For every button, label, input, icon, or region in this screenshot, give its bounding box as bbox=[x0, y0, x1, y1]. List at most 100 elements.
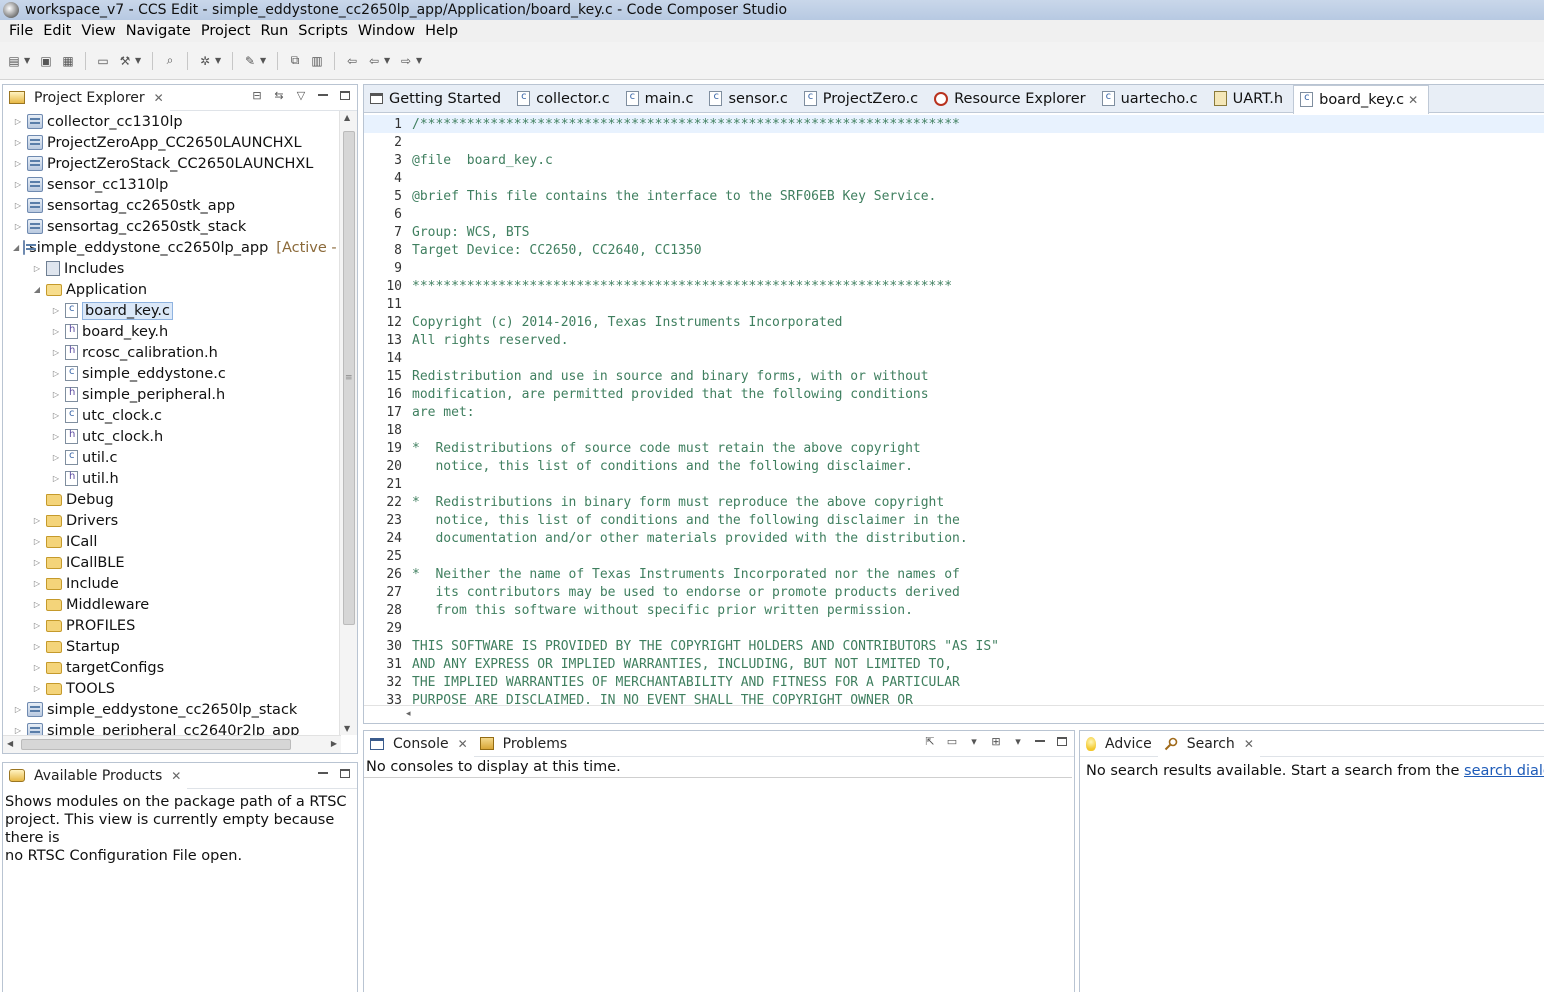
tree-item[interactable]: ▷ TOOLS bbox=[3, 678, 341, 699]
open-console-dropdown-icon[interactable]: ▾ bbox=[1012, 735, 1024, 748]
collapsed-arrow-icon[interactable]: ▷ bbox=[13, 159, 23, 168]
editor-tab[interactable]: Getting Started bbox=[364, 85, 511, 113]
minimize-icon[interactable] bbox=[1034, 735, 1046, 747]
tree-item[interactable]: ▷ PROFILES bbox=[3, 615, 341, 636]
tree-item[interactable]: ▷ utc_clock.h bbox=[3, 426, 341, 447]
open-type-icon[interactable]: ⧉ bbox=[287, 53, 303, 69]
search-icon[interactable]: ⌕ bbox=[162, 53, 178, 69]
tree-item[interactable]: ▷ simple_eddystone_cc2650lp_stack bbox=[3, 699, 341, 720]
tree-item[interactable]: ▷ sensor_cc1310lp bbox=[3, 174, 341, 195]
tree-item[interactable]: ▷ sensortag_cc2650stk_app bbox=[3, 195, 341, 216]
expanded-arrow-icon[interactable]: ◢ bbox=[32, 285, 42, 294]
collapsed-arrow-icon[interactable]: ▷ bbox=[32, 558, 42, 567]
tree-item[interactable]: ▷ simple_eddystone.c bbox=[3, 363, 341, 384]
collapsed-arrow-icon[interactable]: ▷ bbox=[32, 684, 42, 693]
tree-item[interactable]: ▷ Includes bbox=[3, 258, 341, 279]
forward-icon[interactable]: ⇨ bbox=[398, 53, 414, 69]
editor-tab[interactable]: main.c bbox=[620, 85, 704, 113]
close-icon[interactable]: ✕ bbox=[154, 91, 164, 105]
editor-tab[interactable]: UART.h bbox=[1208, 85, 1294, 113]
collapsed-arrow-icon[interactable]: ▷ bbox=[32, 663, 42, 672]
tree-item[interactable]: ▷ Middleware bbox=[3, 594, 341, 615]
tree-item[interactable]: ▷ util.c bbox=[3, 447, 341, 468]
build-icon[interactable]: ⚒ bbox=[117, 53, 133, 69]
collapsed-arrow-icon[interactable]: ▷ bbox=[32, 642, 42, 651]
vertical-scrollbar[interactable]: ▲ ≡ ▼ bbox=[339, 111, 357, 735]
tree-item[interactable]: ▷ rcosc_calibration.h bbox=[3, 342, 341, 363]
tree-item[interactable]: ◢ simple_eddystone_cc2650lp_app [Active - … bbox=[3, 237, 341, 258]
tree-item[interactable]: ▷ ProjectZeroApp_CC2650LAUNCHXL bbox=[3, 132, 341, 153]
tree-item[interactable]: Debug bbox=[3, 489, 341, 510]
collapsed-arrow-icon[interactable]: ▷ bbox=[32, 600, 42, 609]
last-edit-icon[interactable]: ⇦ bbox=[344, 53, 360, 69]
tab-available-products[interactable]: Available Products ✕ bbox=[3, 762, 188, 789]
debug-dropdown-icon[interactable]: ▼ bbox=[215, 56, 223, 65]
tree-item[interactable]: ◢ Application bbox=[3, 279, 341, 300]
flash-dropdown-icon[interactable]: ▼ bbox=[260, 56, 268, 65]
collapsed-arrow-icon[interactable]: ▷ bbox=[51, 369, 61, 378]
scroll-thumb[interactable] bbox=[21, 739, 291, 750]
save-all-icon[interactable]: ▦ bbox=[60, 53, 76, 69]
display-console-dropdown-icon[interactable]: ▾ bbox=[968, 735, 980, 748]
link-with-editor-icon[interactable]: ⇆ bbox=[273, 89, 285, 102]
tree-item[interactable]: ▷ utc_clock.c bbox=[3, 405, 341, 426]
menu-navigate[interactable]: Navigate bbox=[121, 20, 196, 42]
toggle-mark-icon[interactable]: ▥ bbox=[309, 53, 325, 69]
menu-edit[interactable]: Edit bbox=[38, 20, 76, 42]
back-dropdown-icon[interactable]: ▼ bbox=[384, 56, 392, 65]
debug-icon[interactable]: ✲ bbox=[197, 53, 213, 69]
tab-problems[interactable]: Problems bbox=[474, 731, 574, 757]
collapsed-arrow-icon[interactable]: ▷ bbox=[51, 327, 61, 336]
expanded-arrow-icon[interactable]: ◢ bbox=[13, 243, 19, 252]
save-icon[interactable]: ▣ bbox=[38, 53, 54, 69]
scroll-right-icon[interactable]: ▶ bbox=[331, 739, 337, 748]
editor-tab[interactable]: uartecho.c bbox=[1096, 85, 1208, 113]
tree-item[interactable]: ▷ simple_peripheral.h bbox=[3, 384, 341, 405]
menu-help[interactable]: Help bbox=[420, 20, 463, 42]
collapsed-arrow-icon[interactable]: ▷ bbox=[32, 516, 42, 525]
tab-advice[interactable]: Advice bbox=[1080, 731, 1158, 757]
collapsed-arrow-icon[interactable]: ▷ bbox=[51, 453, 61, 462]
minimize-icon[interactable] bbox=[317, 89, 329, 101]
close-icon[interactable]: ✕ bbox=[1408, 93, 1418, 107]
maximize-icon[interactable] bbox=[339, 89, 351, 101]
console-view-icon[interactable]: ▭ bbox=[95, 53, 111, 69]
collapsed-arrow-icon[interactable]: ▷ bbox=[32, 621, 42, 630]
tree-item[interactable]: ▷ Drivers bbox=[3, 510, 341, 531]
tree-item[interactable]: ▷ ICallBLE bbox=[3, 552, 341, 573]
collapsed-arrow-icon[interactable]: ▷ bbox=[51, 348, 61, 357]
new-dropdown-icon[interactable]: ▼ bbox=[24, 56, 32, 65]
tree-item[interactable]: ▷ collector_cc1310lp bbox=[3, 111, 341, 132]
editor-horizontal-scrollbar[interactable]: ◂ bbox=[364, 705, 1544, 723]
maximize-icon[interactable] bbox=[1056, 735, 1068, 747]
tree-item[interactable]: ▷ ICall bbox=[3, 531, 341, 552]
forward-dropdown-icon[interactable]: ▼ bbox=[416, 56, 424, 65]
editor-tab[interactable]: board_key.c✕ bbox=[1293, 84, 1430, 114]
collapsed-arrow-icon[interactable]: ▷ bbox=[51, 432, 61, 441]
tree-item[interactable]: ▷ ProjectZeroStack_CC2650LAUNCHXL bbox=[3, 153, 341, 174]
menu-file[interactable]: File bbox=[4, 20, 38, 42]
collapse-all-icon[interactable]: ⊟ bbox=[251, 89, 263, 102]
tree-item[interactable]: ▷ board_key.c bbox=[3, 300, 341, 321]
collapsed-arrow-icon[interactable]: ▷ bbox=[13, 222, 23, 231]
collapsed-arrow-icon[interactable]: ▷ bbox=[13, 138, 23, 147]
back-icon[interactable]: ⇦ bbox=[366, 53, 382, 69]
horizontal-scrollbar[interactable]: ◀ ▶ bbox=[3, 735, 341, 753]
new-icon[interactable]: ▤ bbox=[6, 53, 22, 69]
flash-icon[interactable]: ✎ bbox=[242, 53, 258, 69]
collapsed-arrow-icon[interactable]: ▷ bbox=[13, 180, 23, 189]
editor-tab[interactable]: ProjectZero.c bbox=[798, 85, 928, 113]
tree-item[interactable]: ▷ simple_peripheral_cc2640r2lp_app bbox=[3, 720, 341, 735]
tab-search[interactable]: Search ✕ bbox=[1157, 730, 1260, 757]
tree-item[interactable]: ▷ targetConfigs bbox=[3, 657, 341, 678]
menu-run[interactable]: Run bbox=[255, 20, 293, 42]
scroll-left-icon[interactable]: ◀ bbox=[7, 739, 13, 748]
collapsed-arrow-icon[interactable]: ▷ bbox=[32, 579, 42, 588]
tree-item[interactable]: ▷ util.h bbox=[3, 468, 341, 489]
menu-project[interactable]: Project bbox=[196, 20, 256, 42]
search-dialog-link[interactable]: search dialog... bbox=[1464, 763, 1544, 779]
tree-item[interactable]: ▷ board_key.h bbox=[3, 321, 341, 342]
collapsed-arrow-icon[interactable]: ▷ bbox=[13, 705, 23, 714]
view-menu-icon[interactable]: ▽ bbox=[295, 89, 307, 102]
scroll-left-icon[interactable]: ◂ bbox=[406, 709, 411, 719]
